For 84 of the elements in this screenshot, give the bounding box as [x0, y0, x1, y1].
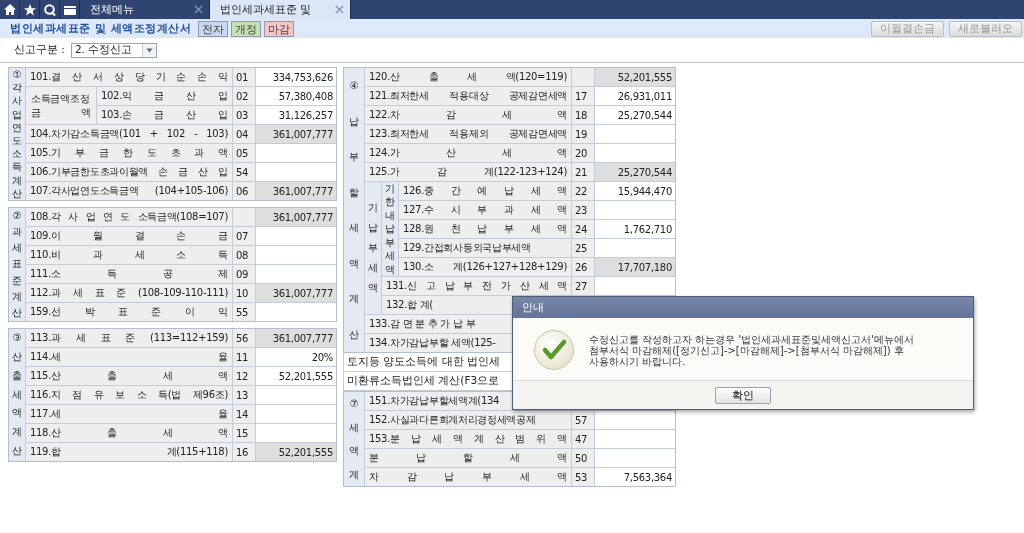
section-header: ③산출세액계산: [9, 329, 25, 461]
form-title: 법인세과세표준 및 세액조정계산서: [10, 21, 192, 36]
row-label: 113.과 세 표 준 (113=112+159): [26, 329, 232, 347]
line-code: 26: [572, 258, 594, 276]
row-label: 126.중 간 예 납 세 액: [399, 182, 571, 200]
line-code: 12: [233, 367, 255, 385]
row-label: 116.지 점 유 보 소 득(법 제96조): [26, 386, 232, 404]
row-label: 108.각 사 업 연 도 소득금액(108=107): [26, 208, 232, 226]
line-code: 16: [233, 443, 255, 461]
section-header: ④납부할세액계산: [344, 68, 364, 352]
row-label: 120.산 출 세 액(120=119): [365, 68, 571, 86]
row-label: 106.기부금한도초과이월액 손 금 산 입: [26, 163, 232, 181]
row-label: 123.최저한세 적용제외 공제감면세액: [365, 125, 571, 143]
row-label: 130.소 계(126+127+128+129): [399, 258, 571, 276]
row-label: 159.선 박 표 준 이 익: [26, 303, 232, 321]
line-code: 15: [233, 424, 255, 442]
line-code: 22: [572, 182, 594, 200]
line-code: 21: [572, 163, 594, 181]
row-label: 111.소 득 공 제: [26, 265, 232, 283]
group-label: 소득금액조정 금 액: [26, 87, 96, 124]
line-code: 53: [572, 468, 594, 486]
line-code: 17: [572, 87, 594, 105]
section-header: ①각사업연도소득계산: [9, 68, 25, 200]
line-code: 01: [233, 68, 255, 86]
row-label: 122.차 감 세 액: [365, 106, 571, 124]
row-label: 115.산 출 세 액: [26, 367, 232, 385]
line-code: 09: [233, 265, 255, 283]
row-label: 125.가 감 계(122-123+124): [365, 163, 571, 181]
row-label: 121.최저한세 적용대상 공제감면세액: [365, 87, 571, 105]
row-label: 127.수 시 부 과 세 액: [399, 201, 571, 219]
row-label: 128.원 천 납 부 세 액: [399, 220, 571, 238]
line-code: 57: [572, 411, 594, 429]
row-label: 117.세 율: [26, 405, 232, 423]
line-code: 11: [233, 348, 255, 366]
line-code: 08: [233, 246, 255, 264]
group-label: 기한내납부세액: [382, 182, 398, 276]
row-label: 153.분 납 세 액 계 산 범 위 액: [365, 430, 571, 448]
row-label: 112.과 세 표 준 (108-109-110-111): [26, 284, 232, 302]
row-label: 114.세 율: [26, 348, 232, 366]
line-code: 50: [572, 449, 594, 467]
row-label: 105.기 부 금 한 도 초 과 액: [26, 144, 232, 162]
line-code: 54: [233, 163, 255, 181]
row-label: 분 납 할 세 액: [365, 449, 571, 467]
row-label: 103.손 금 산 입: [97, 106, 232, 124]
section-header: ②과세표준계산: [9, 208, 25, 321]
row-label: 101.결 산 서 상 당 기 순 손 익: [26, 68, 232, 86]
row-label: 131.신 고 납 부 전 가 산 세 액: [382, 277, 571, 295]
row-label: 차 감 납 부 세 액: [365, 468, 571, 486]
line-code: 19: [572, 125, 594, 143]
row-label: 119.합 계(115+118): [26, 443, 232, 461]
field-label: 신고구분 :: [14, 43, 65, 57]
status-badge: 개정: [231, 20, 262, 37]
status-badge: 마감: [264, 20, 295, 37]
line-code: 14: [233, 405, 255, 423]
status-badge: 전자: [198, 20, 229, 37]
line-code: 55: [233, 303, 255, 321]
line-code: 27: [572, 277, 594, 295]
line-code: 23: [572, 201, 594, 219]
line-code: 20: [572, 144, 594, 162]
line-code: 06: [233, 182, 255, 200]
line-code: 47: [572, 430, 594, 448]
line-code: 07: [233, 227, 255, 245]
line-code: 10: [233, 284, 255, 302]
line-code: 56: [233, 329, 255, 347]
line-code: 04: [233, 125, 255, 143]
dialog-title: 안내: [522, 300, 544, 315]
row-label: 129.간접회사등외국납부세액: [399, 239, 571, 257]
group-label: 기납부세액: [365, 182, 381, 314]
line-code: 25: [572, 239, 594, 257]
row-label: 124.가 산 세 액: [365, 144, 571, 162]
line-code: 03: [233, 106, 255, 124]
row-label: 109.이 월 결 손 금: [26, 227, 232, 245]
line-code: 05: [233, 144, 255, 162]
row-label: 104.차가감소득금액(101 + 102 - 103): [26, 125, 232, 143]
line-code: 13: [233, 386, 255, 404]
row-label: 152.사실과다른회계처리경정세액공제: [365, 411, 571, 429]
line-code: 02: [233, 87, 255, 105]
line-code: 18: [572, 106, 594, 124]
row-label: 107.각사업연도소득금액 (104+105-106): [26, 182, 232, 200]
section-header: ⑦세액계: [344, 392, 364, 486]
row-label: 118.산 출 세 액: [26, 424, 232, 442]
line-code: 24: [572, 220, 594, 238]
row-label: 110.비 과 세 소 득: [26, 246, 232, 264]
row-label: 102.익 금 산 입: [97, 87, 232, 105]
